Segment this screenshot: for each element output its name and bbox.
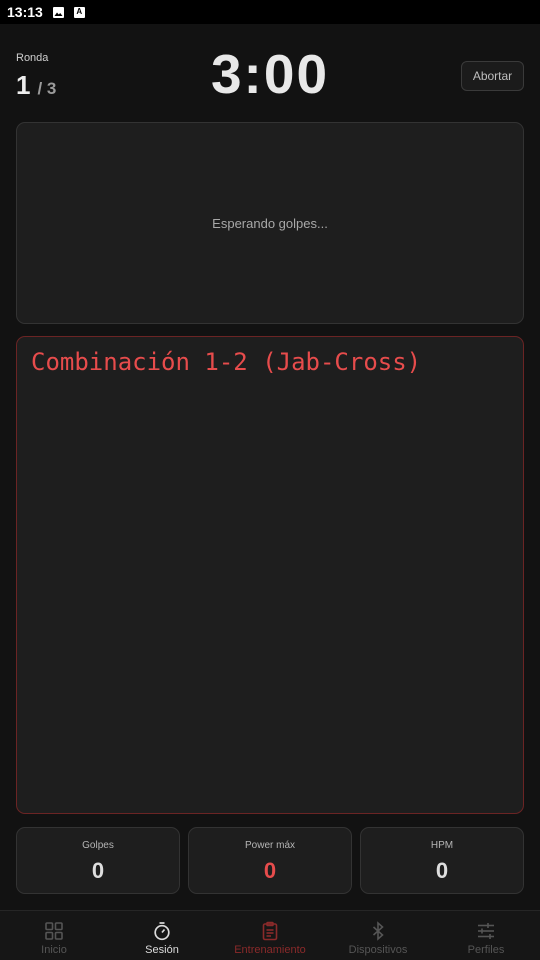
combination-title: Combinación 1-2 (Jab-Cross) [31,348,422,376]
stat-label: Golpes [82,840,114,851]
round-timer: 3:00 [210,43,330,105]
combination-panel: Combinación 1-2 (Jab-Cross) [16,336,524,814]
nav-label: Sesión [145,944,179,956]
stat-label: Power máx [244,840,295,851]
status-bar: 13:13 A [0,0,540,24]
stat-card-golpes: Golpes 0 [16,827,180,894]
a-notification-icon: A [73,6,85,18]
sliders-icon [478,923,494,939]
nav-item-perfiles[interactable]: Perfiles [432,911,540,960]
nav-item-inicio[interactable]: Inicio [0,911,108,960]
punch-feed-panel: Esperando golpes... [16,122,524,324]
waiting-text: Esperando golpes... [212,215,328,231]
nav-label: Entrenamiento [234,944,306,956]
status-time: 13:13 [7,4,43,20]
nav-item-dispositivos[interactable]: Dispositivos [324,911,432,960]
stat-card-power-max: Power máx 0 [188,827,352,894]
stopwatch-icon [154,922,170,941]
bottom-navigation: Inicio Sesión Entrenamiento Dispositivos… [0,910,540,960]
nav-label: Perfiles [467,944,505,956]
nav-label: Dispositivos [348,944,408,956]
stat-card-hpm: HPM 0 [360,827,524,894]
stat-label: HPM [430,840,454,851]
bluetooth-icon [372,921,384,941]
image-icon [52,6,64,18]
clipboard-icon [262,921,278,941]
stat-value: 0 [91,858,105,883]
abort-button[interactable]: Abortar [461,61,524,91]
nav-label: Inicio [41,944,67,956]
stat-value: 0 [435,858,449,883]
stat-value: 0 [263,858,277,883]
nav-item-entrenamiento[interactable]: Entrenamiento [216,911,324,960]
grid-icon [45,922,63,940]
nav-item-sesion[interactable]: Sesión [108,911,216,960]
